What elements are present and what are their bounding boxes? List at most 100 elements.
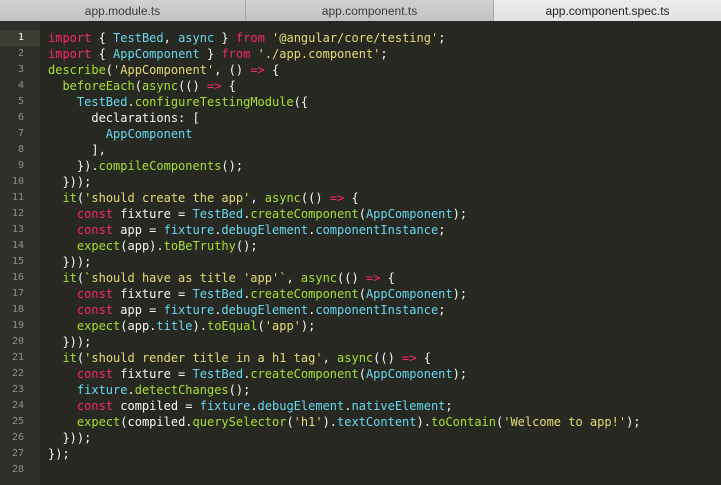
code-line[interactable]: 7 AppComponent	[0, 126, 721, 142]
code-token: =>	[329, 191, 345, 205]
code-token: debugElement	[257, 399, 345, 413]
code-line[interactable]: 8 ],	[0, 142, 721, 158]
code-token: (()	[337, 271, 366, 285]
code-text: it('should create the app', async(() => …	[48, 190, 358, 206]
code-token: (app).	[120, 239, 164, 253]
line-number: 13	[11, 224, 24, 235]
code-text: }));	[48, 174, 91, 190]
code-line[interactable]: 10 }));	[0, 174, 721, 190]
code-line[interactable]: 14 expect(app).toBeTruthy();	[0, 238, 721, 254]
code-text: const fixture = TestBed.createComponent(…	[48, 366, 467, 382]
code-token: title	[156, 319, 193, 333]
code-token: async	[264, 191, 301, 205]
code-token: {	[91, 31, 114, 45]
code-token: const	[76, 367, 114, 381]
code-token: describe	[48, 63, 106, 77]
code-line[interactable]: 27});	[0, 446, 721, 462]
line-number: 28	[11, 464, 24, 475]
tab-app-component[interactable]: app.component.ts	[246, 0, 494, 21]
code-token: componentInstance	[315, 303, 439, 317]
line-number: 25	[11, 416, 24, 427]
code-line[interactable]: 18 const app = fixture.debugElement.comp…	[0, 302, 721, 318]
code-line[interactable]: 20 }));	[0, 334, 721, 350]
code-line[interactable]: 24 const compiled = fixture.debugElement…	[0, 398, 721, 414]
code-token: (	[358, 367, 366, 381]
line-number: 9	[17, 160, 24, 171]
code-line[interactable]: 16 it(`should have as title 'app'`, asyn…	[0, 270, 721, 286]
code-token: fixture	[163, 303, 215, 317]
code-token: app =	[113, 223, 164, 237]
line-number: 5	[17, 96, 24, 107]
code-token: }));	[48, 431, 92, 445]
code-text: describe('AppComponent', () => {	[48, 62, 279, 78]
tab-app-component-spec[interactable]: app.component.spec.ts	[494, 0, 721, 21]
code-token: fixture =	[113, 367, 193, 381]
code-token: createComponent	[250, 207, 359, 221]
code-token: configureTestingModule	[134, 95, 294, 109]
code-text: }));	[48, 254, 91, 270]
code-line[interactable]: 17 const fixture = TestBed.createCompone…	[0, 286, 721, 302]
line-number: 10	[11, 176, 24, 187]
line-number: 20	[11, 336, 24, 347]
code-token: ;	[438, 31, 446, 45]
code-token: (app.	[120, 319, 157, 333]
line-number: 17	[11, 288, 24, 299]
code-line[interactable]: 1 import { TestBed, async } from '@angula…	[0, 30, 721, 46]
code-text: fixture.detectChanges();	[48, 382, 250, 398]
code-line[interactable]: 23 fixture.detectChanges();	[0, 382, 721, 398]
code-token: 'should render title in a h1 tag'	[84, 351, 323, 365]
code-line[interactable]: 3 describe('AppComponent', () => {	[0, 62, 721, 78]
code-line[interactable]: 5 TestBed.configureTestingModule({	[0, 94, 721, 110]
code-token: from	[221, 47, 251, 61]
code-text: AppComponent	[48, 126, 193, 142]
code-line[interactable]: 28	[0, 462, 721, 478]
code-token: nativeElement	[351, 399, 446, 413]
code-line[interactable]: 9 }).compileComponents();	[0, 158, 721, 174]
line-number: 16	[11, 272, 24, 283]
code-line[interactable]: 22 const fixture = TestBed.createCompone…	[0, 366, 721, 382]
tab-app-module[interactable]: app.module.ts	[0, 0, 246, 21]
code-line[interactable]: 11 it('should create the app', async(() …	[0, 190, 721, 206]
code-line[interactable]: 2 import { AppComponent } from './app.com…	[0, 46, 721, 62]
code-token: ).	[416, 415, 431, 429]
code-area[interactable]: 1 import { TestBed, async } from '@angula…	[0, 30, 721, 478]
code-token: debugElement	[221, 303, 309, 317]
line-number: 4	[17, 80, 24, 91]
code-token: fixture =	[113, 287, 193, 301]
code-line[interactable]: 6 declarations: [	[0, 110, 721, 126]
code-line[interactable]: 21 it('should render title in a h1 tag',…	[0, 350, 721, 366]
code-text: }));	[48, 334, 91, 350]
code-token: ).	[322, 415, 338, 429]
code-token: =>	[402, 351, 417, 365]
code-token: async	[178, 31, 215, 45]
code-token: createComponent	[250, 367, 359, 381]
code-line[interactable]: 4 beforeEach(async(() => {	[0, 78, 721, 94]
line-number: 7	[17, 128, 24, 139]
line-number: 22	[11, 368, 24, 379]
code-line[interactable]: 26 }));	[0, 430, 721, 446]
code-token: 'AppComponent'	[113, 63, 215, 77]
line-number: 12	[11, 208, 24, 219]
code-line[interactable]: 12 const fixture = TestBed.createCompone…	[0, 206, 721, 222]
line-number: 8	[17, 144, 24, 155]
code-token: );	[300, 319, 316, 333]
code-token: it	[62, 351, 77, 365]
code-line[interactable]: 13 const app = fixture.debugElement.comp…	[0, 222, 721, 238]
line-number: 6	[17, 112, 24, 123]
code-line[interactable]: 25 expect(compiled.querySelector('h1').t…	[0, 414, 721, 430]
code-token: ();	[221, 159, 244, 173]
code-token: createComponent	[250, 287, 359, 301]
code-line[interactable]: 19 expect(app.title).toEqual('app');	[0, 318, 721, 334]
line-number: 21	[11, 352, 24, 363]
code-line[interactable]: 15 }));	[0, 254, 721, 270]
code-token: expect	[76, 239, 121, 253]
